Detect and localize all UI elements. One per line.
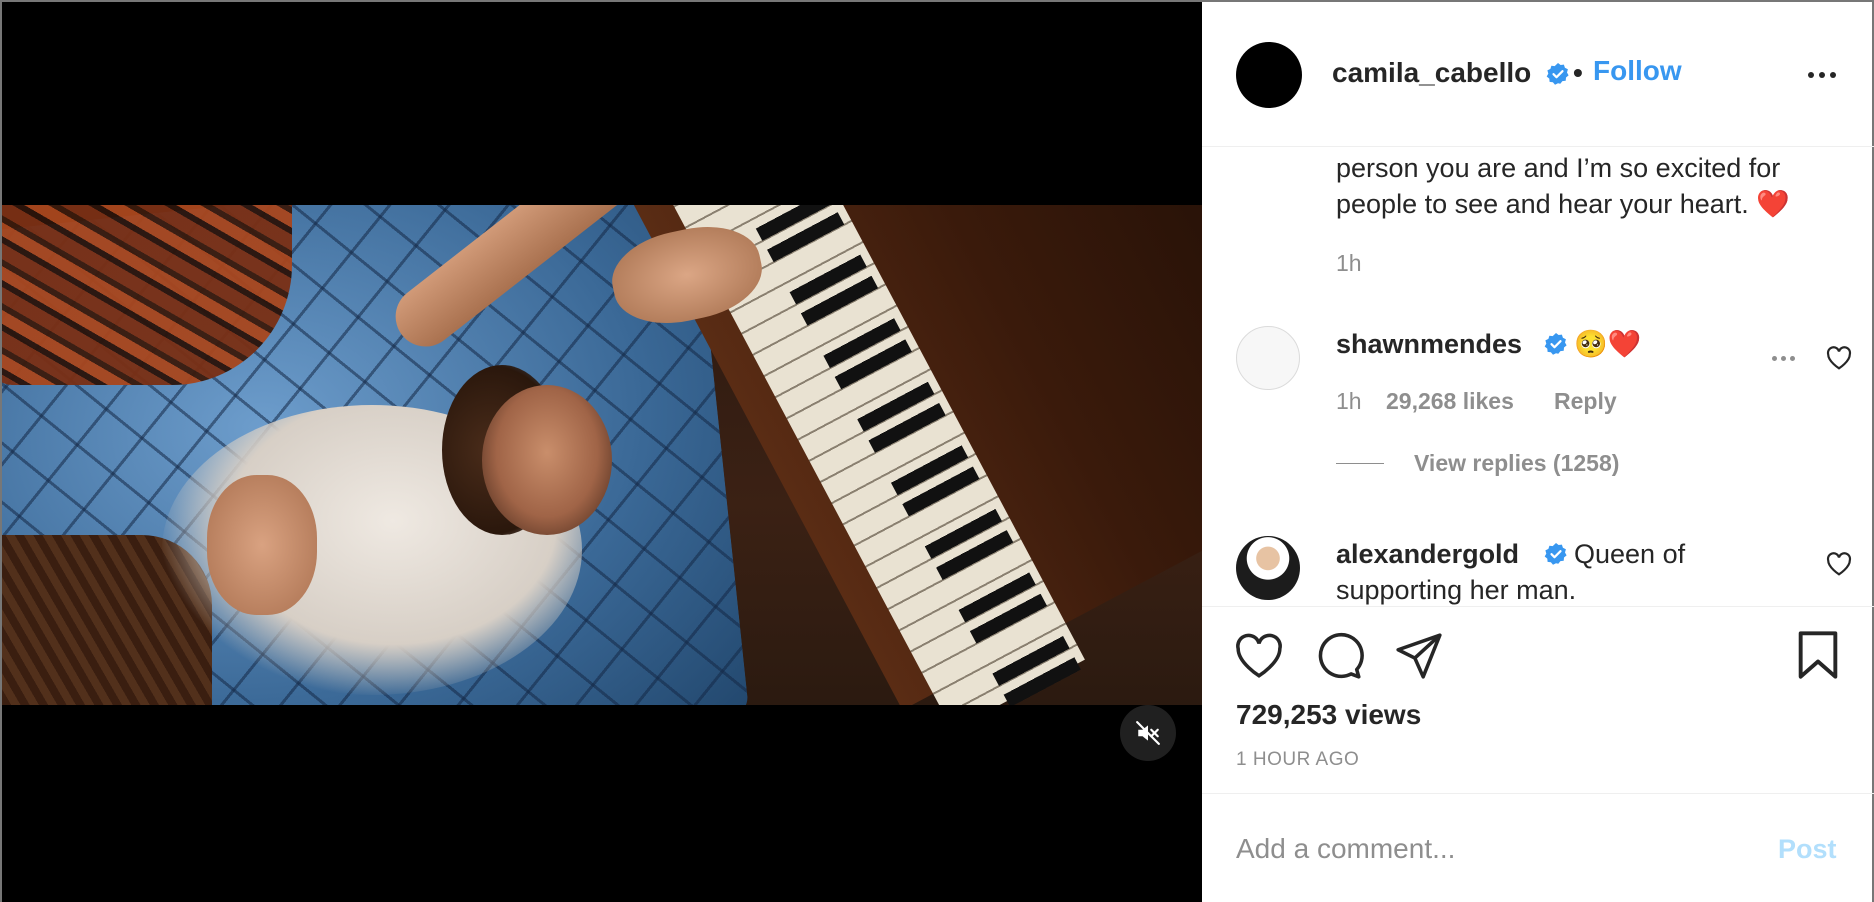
- reply-button[interactable]: Reply: [1554, 388, 1617, 415]
- caption-text-line: people to see and hear your heart. ❤️: [1336, 189, 1790, 219]
- comment-timestamp[interactable]: 1h: [1336, 388, 1362, 415]
- likes-label: 29,268 likes: [1386, 388, 1514, 414]
- comment-username[interactable]: alexandergold: [1336, 536, 1519, 572]
- caption-text-line: person you are and I’m so excited for: [1336, 153, 1781, 183]
- avatar[interactable]: [1236, 536, 1300, 600]
- post-comment-button[interactable]: Post: [1778, 834, 1837, 865]
- comment-options-button[interactable]: [1772, 356, 1795, 361]
- speaker-muted-icon: [1136, 721, 1160, 745]
- author-avatar[interactable]: [1236, 42, 1302, 108]
- comment-likes-count[interactable]: 29,268 likes: [1386, 388, 1514, 415]
- comment-text: supporting her man.: [1336, 575, 1577, 605]
- post-actions: 729,253 views 1 HOUR AGO: [1202, 606, 1874, 796]
- comment-composer: Post: [1202, 793, 1874, 902]
- heart-icon[interactable]: [1234, 633, 1284, 679]
- video-frame[interactable]: [2, 205, 1202, 705]
- post-timestamp[interactable]: 1 HOUR AGO: [1236, 749, 1359, 771]
- heart-icon[interactable]: [1826, 552, 1852, 576]
- video-player[interactable]: [0, 0, 1202, 902]
- comment-username[interactable]: shawnmendes: [1336, 326, 1522, 362]
- bookmark-icon[interactable]: [1796, 629, 1840, 681]
- author-username[interactable]: camila_cabello: [1332, 57, 1531, 89]
- divider: [1336, 463, 1384, 464]
- verified-badge-icon: [1544, 543, 1567, 565]
- view-replies-button[interactable]: View replies (1258): [1336, 450, 1619, 477]
- paper-plane-icon[interactable]: [1394, 631, 1444, 681]
- heart-icon[interactable]: [1826, 346, 1852, 370]
- views-count[interactable]: 729,253 views: [1236, 699, 1421, 731]
- follow-button[interactable]: Follow: [1593, 55, 1682, 87]
- comment-text: Queen of: [1574, 539, 1686, 569]
- mute-toggle-button[interactable]: [1120, 705, 1176, 761]
- comments-list[interactable]: person you are and I’m so excited for pe…: [1202, 148, 1874, 606]
- video-scene-chest-hand: [207, 475, 317, 615]
- avatar[interactable]: [1236, 326, 1300, 390]
- post-header: camila_cabello • Follow: [1202, 2, 1874, 147]
- caption-timestamp[interactable]: 1h: [1336, 250, 1362, 277]
- verified-badge-icon: [1546, 63, 1569, 85]
- reply-label: Reply: [1554, 388, 1617, 414]
- video-scene-face: [482, 385, 612, 535]
- comment-input[interactable]: [1236, 824, 1756, 874]
- verified-badge-icon: [1544, 333, 1567, 355]
- ellipsis-icon: [1772, 356, 1777, 361]
- more-options-button[interactable]: [1808, 72, 1836, 78]
- comment-text: 🥺❤️: [1574, 329, 1642, 359]
- ellipsis-icon: [1808, 72, 1814, 78]
- header-separator: •: [1573, 57, 1583, 88]
- view-replies-label: View replies (1258): [1414, 450, 1620, 476]
- speech-bubble-icon[interactable]: [1314, 631, 1364, 681]
- post-side-panel: camila_cabello • Follow person you are a…: [1202, 0, 1874, 902]
